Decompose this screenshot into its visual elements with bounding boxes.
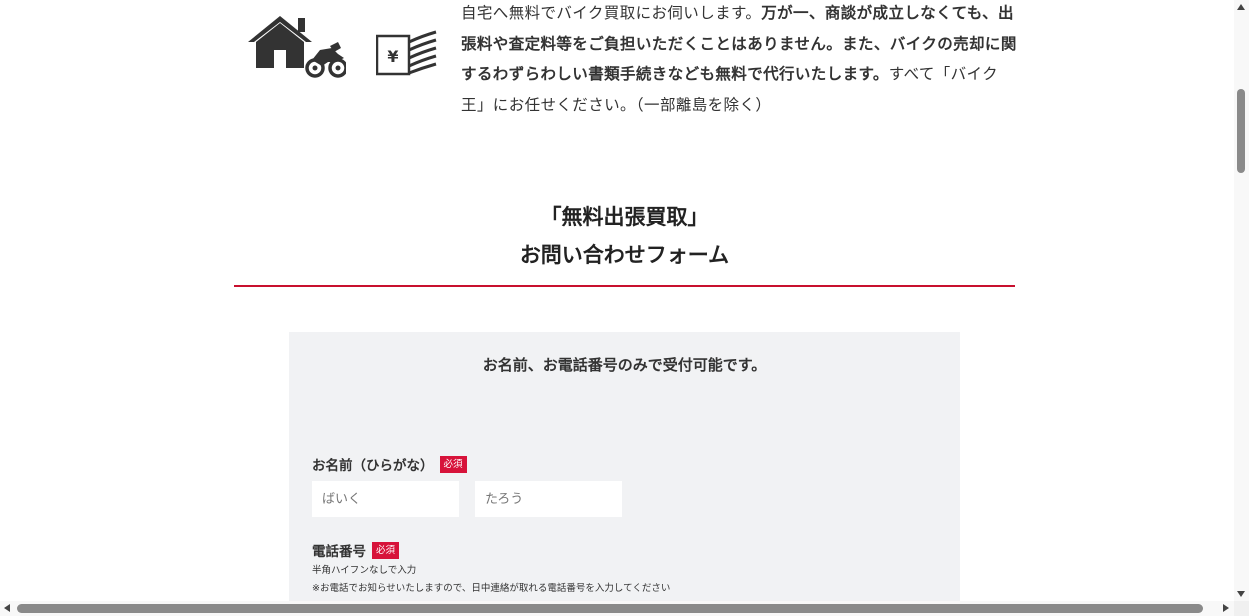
- form-heading-line2: お問い合わせフォーム: [519, 243, 730, 267]
- scroll-left-arrow-icon[interactable]: [4, 604, 10, 612]
- vertical-scrollbar[interactable]: [1234, 0, 1249, 601]
- required-badge: 必須: [439, 455, 467, 473]
- intro-icons: ¥: [246, 10, 446, 80]
- name-field-label: お名前（ひらがな） 必須: [312, 454, 467, 474]
- form-heading-line1: 「無料出張買取」: [540, 205, 709, 229]
- last-name-input[interactable]: [312, 481, 459, 517]
- yen-bills-icon: ¥: [376, 30, 437, 76]
- horizontal-scroll-thumb[interactable]: [17, 604, 1203, 613]
- scroll-down-arrow-icon[interactable]: [1237, 591, 1245, 597]
- vertical-scroll-thumb[interactable]: [1237, 89, 1245, 173]
- phone-field-label: 電話番号 必須: [312, 540, 400, 560]
- phone-note-format: 半角ハイフンなしで入力: [312, 565, 417, 576]
- inquiry-form-panel: お名前、お電話番号のみで受付可能です。 お名前（ひらがな） 必須 電話番号 必須…: [289, 332, 960, 601]
- phone-note-contact: ※お電話でお知らせいたしますので、日中連絡が取れる電話番号を入力してください: [312, 583, 671, 594]
- scrollbar-corner: [1234, 601, 1249, 616]
- svg-text:¥: ¥: [387, 47, 398, 66]
- scroll-right-arrow-icon[interactable]: [1223, 604, 1229, 612]
- horizontal-scrollbar[interactable]: [0, 601, 1249, 616]
- phone-label-text: 電話番号: [312, 544, 366, 560]
- scroll-up-arrow-icon[interactable]: [1237, 4, 1245, 10]
- first-name-input[interactable]: [475, 481, 622, 517]
- required-badge: 必須: [372, 541, 400, 559]
- heading-divider: [234, 285, 1015, 287]
- house-bike-icon: [248, 16, 346, 78]
- intro-description: 自宅へ無料でバイク買取にお伺いします。万が一、商談が成立しなくても、出張料や査定…: [461, 0, 1017, 120]
- name-label-text: お名前（ひらがな）: [312, 458, 434, 474]
- form-lead-text: お名前、お電話番号のみで受付可能です。: [482, 356, 767, 374]
- page-viewport: ¥ 自宅へ無料でバイク買取にお伺いします。万が一、商談が成立しなくても、出張料や…: [0, 0, 1234, 601]
- form-heading: 「無料出張買取」 お問い合わせフォーム: [234, 198, 1015, 274]
- intro-text-part1: 自宅へ無料でバイク買取にお伺いします。: [461, 4, 762, 22]
